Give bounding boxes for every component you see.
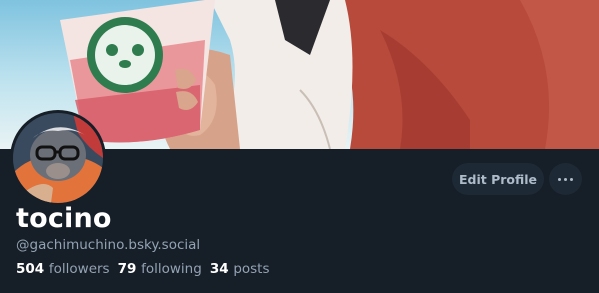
ellipsis-icon (557, 177, 575, 181)
following-label: following (141, 261, 202, 277)
followers-stat[interactable]: 504 followers (16, 261, 110, 277)
profile-handle: @gachimuchino.bsky.social (16, 237, 201, 253)
display-name: tocino (16, 203, 112, 234)
posts-stat: 34 posts (210, 261, 270, 277)
edit-profile-button[interactable]: Edit Profile (452, 163, 544, 195)
posts-label: posts (233, 261, 270, 277)
posts-count: 34 (209, 261, 234, 277)
avatar[interactable] (10, 110, 106, 206)
more-options-button[interactable] (549, 163, 582, 195)
followers-label: followers (48, 261, 110, 277)
following-stat[interactable]: 79 following (118, 261, 202, 277)
avatar-image (13, 113, 103, 203)
followers-count: 504 (16, 261, 49, 277)
profile-stats: 504 followers 79 following 34 posts (16, 261, 278, 277)
following-count: 79 (117, 261, 142, 277)
